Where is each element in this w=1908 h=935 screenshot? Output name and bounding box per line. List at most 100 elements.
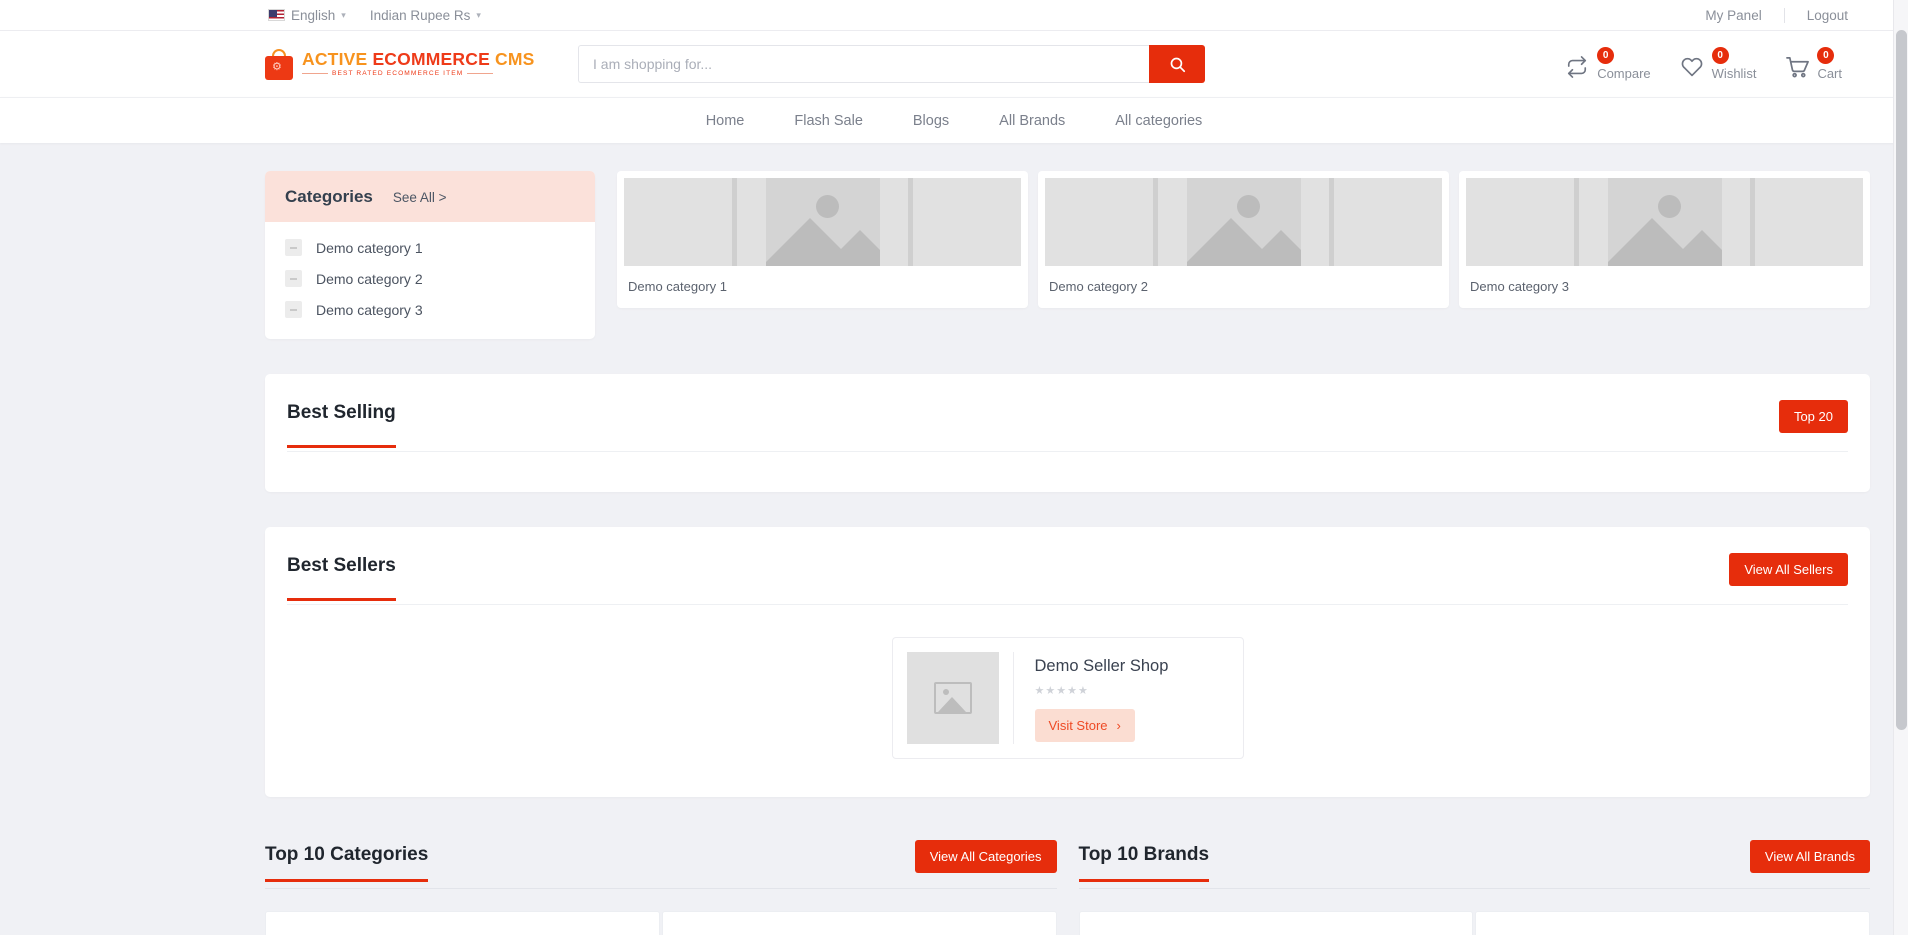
site-header: ⚙ ACTIVE ECOMMERCE CMS BEST RATED ECOMME…: [0, 31, 1908, 97]
compare-count-badge: 0: [1597, 47, 1615, 64]
logout-link[interactable]: Logout: [1785, 8, 1870, 23]
categories-panel-header: Categories See All >: [265, 171, 595, 222]
top-brands-header: Top 10 Brands View All Brands: [1078, 837, 1870, 889]
view-all-sellers-button[interactable]: View All Sellers: [1729, 553, 1848, 586]
visit-store-button[interactable]: Visit Store ›: [1034, 709, 1135, 742]
top-categories-column: Top 10 Categories View All Categories: [265, 837, 1057, 935]
best-sellers-header: Best Sellers View All Sellers: [287, 527, 1848, 605]
wishlist-button[interactable]: 0 Wishlist: [1679, 47, 1757, 81]
main-navigation: Home Flash Sale Blogs All Brands All cat…: [0, 97, 1908, 143]
category-thumb-icon: [285, 301, 302, 318]
category-thumb-icon: [285, 239, 302, 256]
view-all-categories-button[interactable]: View All Categories: [914, 840, 1057, 873]
grid-cell[interactable]: [265, 911, 660, 935]
shopping-cart-icon: [1784, 54, 1810, 80]
grid-cell[interactable]: [1078, 911, 1474, 935]
best-selling-section: Best Selling Top 20: [265, 374, 1870, 492]
logo-word-cms: CMS: [495, 48, 535, 69]
seller-name: Demo Seller Shop: [1034, 657, 1169, 675]
shopping-bag-icon: ⚙: [265, 48, 293, 80]
hero-row: Categories See All > Demo category 1 Dem…: [265, 171, 1870, 339]
category-label: Demo category 1: [316, 239, 423, 256]
category-banner-card[interactable]: Demo category 3: [1459, 171, 1870, 308]
category-banner-card[interactable]: Demo category 2: [1038, 171, 1449, 308]
search-input[interactable]: [578, 45, 1149, 83]
wishlist-count-badge: 0: [1711, 47, 1729, 64]
view-all-brands-button[interactable]: View All Brands: [1749, 840, 1870, 873]
category-banner-row: Demo category 1 Demo category 2 Demo cat…: [617, 171, 1870, 308]
nav-item-flash-sale[interactable]: Flash Sale: [794, 113, 863, 129]
category-label: Demo category 3: [316, 301, 423, 318]
grid-cell[interactable]: [661, 911, 1057, 935]
banner-label: Demo category 3: [1470, 279, 1569, 294]
my-panel-link[interactable]: My Panel: [1683, 8, 1783, 23]
banner-label: Demo category 2: [1049, 279, 1148, 294]
top-brands-title: Top 10 Brands: [1078, 844, 1209, 882]
compare-arrows-icon: [1564, 54, 1590, 80]
compare-button[interactable]: 0 Compare: [1564, 47, 1651, 81]
list-item[interactable]: Demo category 2: [265, 263, 595, 294]
grid-cell[interactable]: [1475, 911, 1870, 935]
logo-word-active: ACTIVE: [302, 48, 368, 69]
nav-item-home[interactable]: Home: [706, 113, 745, 129]
top-20-button[interactable]: Top 20: [1778, 400, 1848, 433]
best-selling-title: Best Selling: [287, 402, 396, 448]
nav-item-blogs[interactable]: Blogs: [913, 113, 949, 129]
seller-info: Demo Seller Shop ★★★★★ Visit Store ›: [1012, 652, 1169, 744]
top-brands-column: Top 10 Brands View All Brands: [1078, 837, 1870, 935]
nav-item-all-brands[interactable]: All Brands: [999, 113, 1065, 129]
image-placeholder-icon: [624, 178, 1021, 266]
currency-selector[interactable]: Indian Rupee Rs ▾: [370, 8, 481, 23]
best-sellers-body: Demo Seller Shop ★★★★★ Visit Store ›: [287, 605, 1848, 797]
seller-card[interactable]: Demo Seller Shop ★★★★★ Visit Store ›: [891, 637, 1244, 759]
top-utility-bar: English ▾ Indian Rupee Rs ▾ My Panel Log…: [0, 0, 1908, 31]
best-selling-header: Best Selling Top 20: [287, 374, 1848, 452]
language-label: English: [291, 7, 336, 23]
compare-label: Compare: [1597, 66, 1651, 81]
categories-panel: Categories See All > Demo category 1 Dem…: [265, 171, 595, 339]
scrollbar-thumb[interactable]: [1896, 30, 1907, 730]
image-placeholder-icon: [906, 652, 999, 744]
logo-tagline: BEST RATED ECOMMERCE ITEM: [332, 70, 464, 78]
language-selector[interactable]: English ▾: [268, 8, 346, 23]
best-selling-body: [287, 452, 1848, 492]
search-submit-button[interactable]: [1149, 45, 1205, 83]
visit-store-label: Visit Store: [1048, 718, 1108, 733]
logo-word-ecommerce: ECOMMERCE: [372, 48, 490, 69]
heart-icon: [1679, 54, 1705, 80]
top-categories-header: Top 10 Categories View All Categories: [265, 837, 1057, 889]
logo-text-block: ACTIVE ECOMMERCE CMS BEST RATED ECOMMERC…: [302, 48, 535, 78]
cart-count-badge: 0: [1817, 47, 1835, 64]
top-categories-grid: [265, 911, 1057, 935]
categories-see-all-link[interactable]: See All >: [393, 190, 447, 205]
top-brands-grid: [1078, 911, 1870, 935]
chevron-right-icon: ›: [1116, 718, 1121, 733]
chevron-down-icon: ▾: [476, 10, 481, 20]
cart-label: Cart: [1817, 66, 1842, 81]
image-placeholder-icon: [1466, 178, 1863, 266]
compare-label-group: 0 Compare: [1597, 47, 1651, 81]
seller-rating-stars: ★★★★★: [1034, 685, 1089, 697]
wishlist-label: Wishlist: [1711, 66, 1757, 81]
logo-title: ACTIVE ECOMMERCE CMS: [302, 48, 535, 69]
site-logo[interactable]: ⚙ ACTIVE ECOMMERCE CMS BEST RATED ECOMME…: [265, 48, 534, 80]
categories-title: Categories: [285, 187, 373, 206]
list-item[interactable]: Demo category 1: [265, 232, 595, 263]
wishlist-label-group: 0 Wishlist: [1711, 47, 1757, 81]
search-icon: [1170, 57, 1185, 72]
page-scrollbar[interactable]: [1893, 0, 1908, 935]
list-item[interactable]: Demo category 3: [265, 294, 595, 325]
cart-button[interactable]: 0 Cart: [1784, 47, 1842, 81]
currency-label: Indian Rupee Rs: [369, 7, 471, 23]
category-thumb-icon: [285, 270, 302, 287]
image-placeholder-icon: [1045, 178, 1442, 266]
nav-item-all-categories[interactable]: All categories: [1115, 113, 1202, 129]
us-flag-icon: [268, 9, 285, 21]
bottom-columns: Top 10 Categories View All Categories To…: [265, 837, 1870, 935]
topbar-left-group: English ▾ Indian Rupee Rs ▾: [268, 8, 481, 23]
best-sellers-section: Best Sellers View All Sellers Demo Selle…: [265, 527, 1870, 797]
category-banner-card[interactable]: Demo category 1: [617, 171, 1028, 308]
header-actions: 0 Compare 0 Wishlist 0 Cart: [1564, 47, 1870, 81]
tagline-rule-right: [467, 73, 494, 75]
best-sellers-title: Best Sellers: [287, 555, 396, 601]
